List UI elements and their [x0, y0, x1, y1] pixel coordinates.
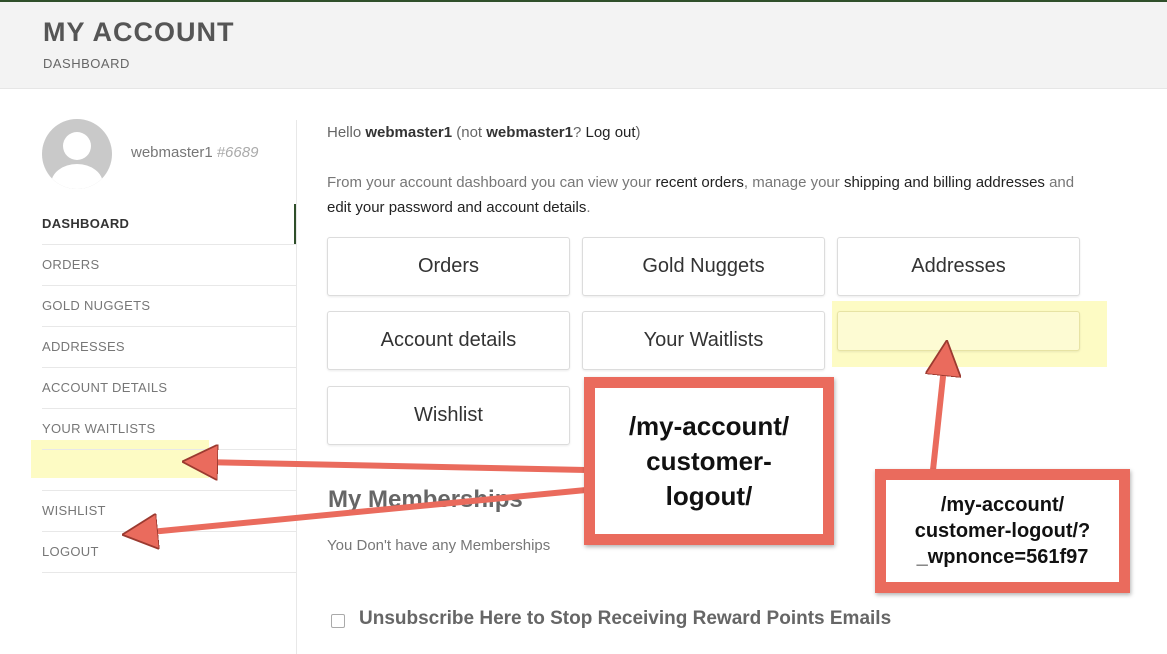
tile-orders[interactable]: Orders [327, 237, 570, 296]
sidebar-nav: DASHBOARD ORDERS GOLD NUGGETS ADDRESSES … [42, 204, 297, 573]
sidebar-item-dashboard[interactable]: DASHBOARD [42, 204, 297, 245]
sidebar-item-wishlist[interactable]: WISHLIST [42, 491, 297, 532]
tile-gold-nuggets[interactable]: Gold Nuggets [582, 237, 825, 296]
tile-wishlist[interactable]: Wishlist [327, 386, 570, 445]
memberships-heading: My Memberships [328, 486, 523, 513]
sidebar-item-your-waitlists[interactable]: YOUR WAITLISTS [42, 409, 297, 450]
avatar [42, 119, 112, 189]
breadcrumb: DASHBOARD [43, 56, 130, 71]
username-text: webmaster1 [131, 144, 213, 161]
recent-orders-link[interactable]: recent orders [656, 174, 744, 191]
tile-account-details[interactable]: Account details [327, 311, 570, 370]
tile-your-waitlists[interactable]: Your Waitlists [582, 311, 825, 370]
greeting-name-2: webmaster1 [486, 124, 573, 141]
tile-blank[interactable] [837, 311, 1080, 351]
sidebar-item-blank[interactable] [42, 450, 297, 491]
logout-link[interactable]: Log out [586, 124, 636, 141]
greeting: Hello webmaster1 (not webmaster1? Log ou… [327, 124, 641, 141]
tile-addresses[interactable]: Addresses [837, 237, 1080, 296]
unsubscribe-checkbox[interactable] [331, 614, 345, 628]
memberships-text: You Don't have any Memberships [327, 537, 551, 554]
sidebar-item-orders[interactable]: ORDERS [42, 245, 297, 286]
sidebar-item-gold-nuggets[interactable]: GOLD NUGGETS [42, 286, 297, 327]
greeting-name: webmaster1 [365, 124, 453, 141]
callout-logout-nonce-url: /my-account/ customer-logout/? _wpnonce=… [875, 469, 1130, 593]
unsubscribe-label: Unsubscribe Here to Stop Receiving Rewar… [359, 608, 892, 629]
sidebar-item-account-details[interactable]: ACCOUNT DETAILS [42, 368, 297, 409]
account-details-link[interactable]: edit your password and account details [327, 199, 586, 216]
addresses-link[interactable]: shipping and billing addresses [844, 174, 1045, 191]
callout-logout-url: /my-account/ customer- logout/ [584, 377, 834, 545]
page-header: MY ACCOUNT DASHBOARD [0, 2, 1167, 89]
unsubscribe-row: Unsubscribe Here to Stop Receiving Rewar… [331, 608, 891, 630]
sidebar-item-addresses[interactable]: ADDRESSES [42, 327, 297, 368]
sidebar-item-logout[interactable]: LOGOUT [42, 532, 297, 573]
page-title: MY ACCOUNT [43, 17, 235, 47]
arrow-to-blank-tile [933, 358, 945, 471]
sidebar-divider [296, 120, 297, 654]
user-id: #6689 [216, 144, 259, 161]
username: webmaster1 #6689 [131, 144, 258, 161]
dashboard-intro: From your account dashboard you can view… [327, 174, 1075, 216]
